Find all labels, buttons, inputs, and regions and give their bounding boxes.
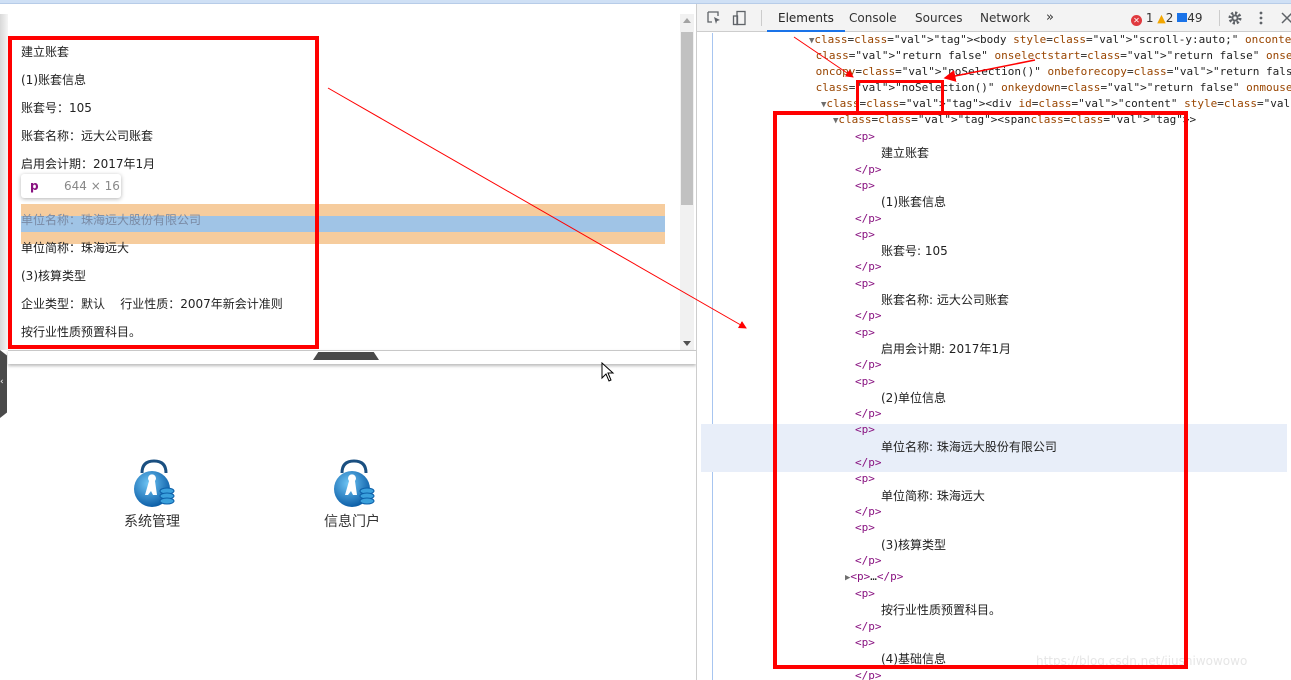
chevron-left-icon: ‹	[0, 377, 4, 387]
frame-edge	[0, 14, 8, 350]
device-toolbar-icon[interactable]	[732, 10, 748, 26]
kebab-menu-icon[interactable]	[1253, 10, 1269, 26]
error-icon: ✕	[1131, 15, 1142, 26]
warning-icon: ▲	[1157, 12, 1166, 25]
annotation-box-dom	[773, 111, 1188, 669]
issues-counter[interactable]: ✕ 1 ▲2 49	[1131, 11, 1203, 26]
more-tabs-button[interactable]: »	[1046, 4, 1054, 32]
close-icon[interactable]	[1279, 10, 1291, 26]
tab-sources[interactable]: Sources	[915, 4, 962, 32]
tab-elements[interactable]: Elements	[767, 4, 845, 32]
warning-count: 2	[1165, 11, 1174, 25]
toolbar-separator	[761, 10, 762, 26]
scroll-up-arrow[interactable]	[683, 18, 691, 23]
app-info-portal[interactable]: 信息门户	[312, 459, 392, 531]
devtools-toolbar: Elements Console Sources Network » ✕ 1 ▲…	[697, 4, 1291, 32]
dom-body-line[interactable]: ▼class=class="val">"tag"><body style=cla…	[809, 32, 1291, 49]
dom-body-line[interactable]: oncopy=class="val">"noSelection()" onbef…	[809, 64, 1291, 80]
annotation-box-page	[8, 36, 319, 349]
annotation-box-content-id	[856, 80, 944, 114]
tab-network[interactable]: Network	[980, 4, 1030, 32]
error-count: 1	[1145, 11, 1154, 25]
scroll-thumb[interactable]	[681, 32, 693, 205]
app-system-management[interactable]: 系统管理	[112, 459, 192, 531]
collapse-frame-button[interactable]: ^	[313, 352, 379, 360]
lock-coins-icon	[126, 459, 178, 509]
side-toggle-button[interactable]: ‹	[0, 350, 7, 418]
dom-tree-gutter	[697, 33, 713, 680]
app-label: 系统管理	[124, 514, 180, 530]
inspect-element-icon[interactable]	[706, 10, 722, 26]
dom-node-p-close[interactable]: </p>	[855, 668, 882, 680]
toolbar-separator	[1219, 10, 1220, 26]
mouse-cursor-icon	[601, 362, 615, 382]
message-icon	[1177, 13, 1188, 22]
lock-coins-icon	[326, 459, 378, 509]
content-scrollbar[interactable]	[680, 14, 694, 350]
app-label: 信息门户	[324, 514, 380, 530]
scroll-down-arrow[interactable]	[683, 341, 691, 346]
message-count: 49	[1187, 11, 1203, 25]
tab-console[interactable]: Console	[849, 4, 897, 32]
dom-body-line[interactable]: class="val">"return false" onselectstart…	[809, 48, 1291, 64]
gear-icon[interactable]	[1227, 10, 1243, 26]
